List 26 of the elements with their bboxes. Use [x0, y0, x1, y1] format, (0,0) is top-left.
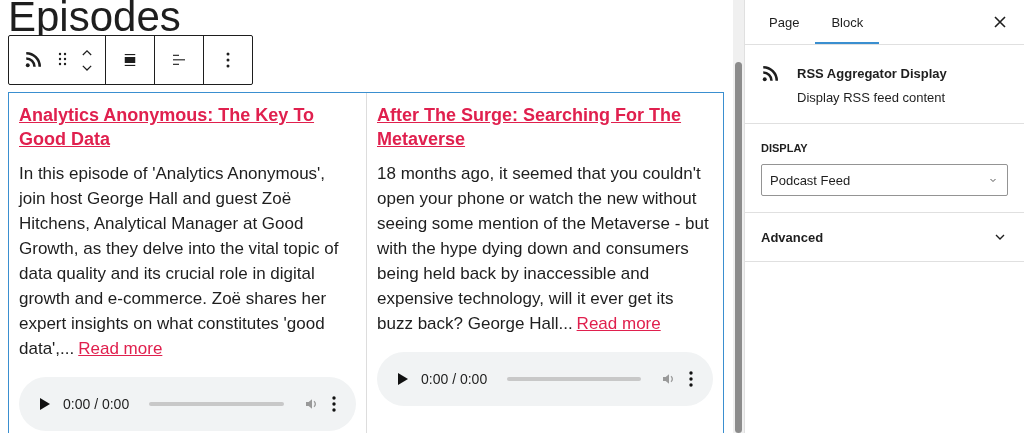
progress-track[interactable]: [507, 377, 641, 381]
page-heading: Episodes: [8, 0, 182, 42]
more-options-icon[interactable]: [332, 396, 336, 412]
read-more-link[interactable]: Read more: [78, 339, 163, 358]
advanced-toggle[interactable]: Advanced: [761, 229, 1008, 245]
audio-time: 0:00 / 0:00: [63, 396, 130, 412]
block-name: RSS Aggregator Display: [797, 65, 947, 83]
field-label: DISPLAY: [761, 142, 809, 154]
sidebar-tab[interactable]: Page: [753, 0, 816, 44]
scrollbar[interactable]: [733, 0, 744, 433]
episode-excerpt: 18 months ago, it seemed that you couldn't open your phone or watch the new without seeing some mention of the Metaverse - but with the hype dying down and consumers being held back by inaccessible and expensive technology, will it ever get its buzz back? George Hall... Read more: [377, 163, 710, 335]
audio-time: 0:00 / 0:00: [421, 371, 488, 387]
rss-icon: [761, 65, 779, 83]
more-options-icon[interactable]: [689, 371, 693, 387]
block-description: Display RSS feed content: [797, 89, 947, 107]
sidebar-tab[interactable]: Block: [815, 0, 880, 44]
progress-track[interactable]: [149, 402, 284, 406]
rss-icon: [24, 51, 42, 69]
episode-excerpt: In this episode of 'Analytics Anonymous', join host George Hall and guest Zoë Hitchens, Analytical Manager at Good Growth, as they delve into the vital topic of data quality and its crucial role in digital growth and e-commerce. Zoë shares her expert insights on what constitutes 'good data',... Read more: [19, 163, 340, 360]
play-icon[interactable]: [39, 397, 51, 411]
select-value: Podcast Feed: [770, 172, 851, 188]
read-more-link[interactable]: Read more: [576, 314, 661, 333]
episode-title-link[interactable]: After The Surge: Searching For The Metaverse: [377, 103, 713, 151]
display-select[interactable]: Podcast Feed: [761, 164, 1008, 196]
episode-title-link[interactable]: Analytics Anonymous: The Key To Good Data: [19, 103, 356, 151]
play-icon[interactable]: [397, 372, 409, 386]
